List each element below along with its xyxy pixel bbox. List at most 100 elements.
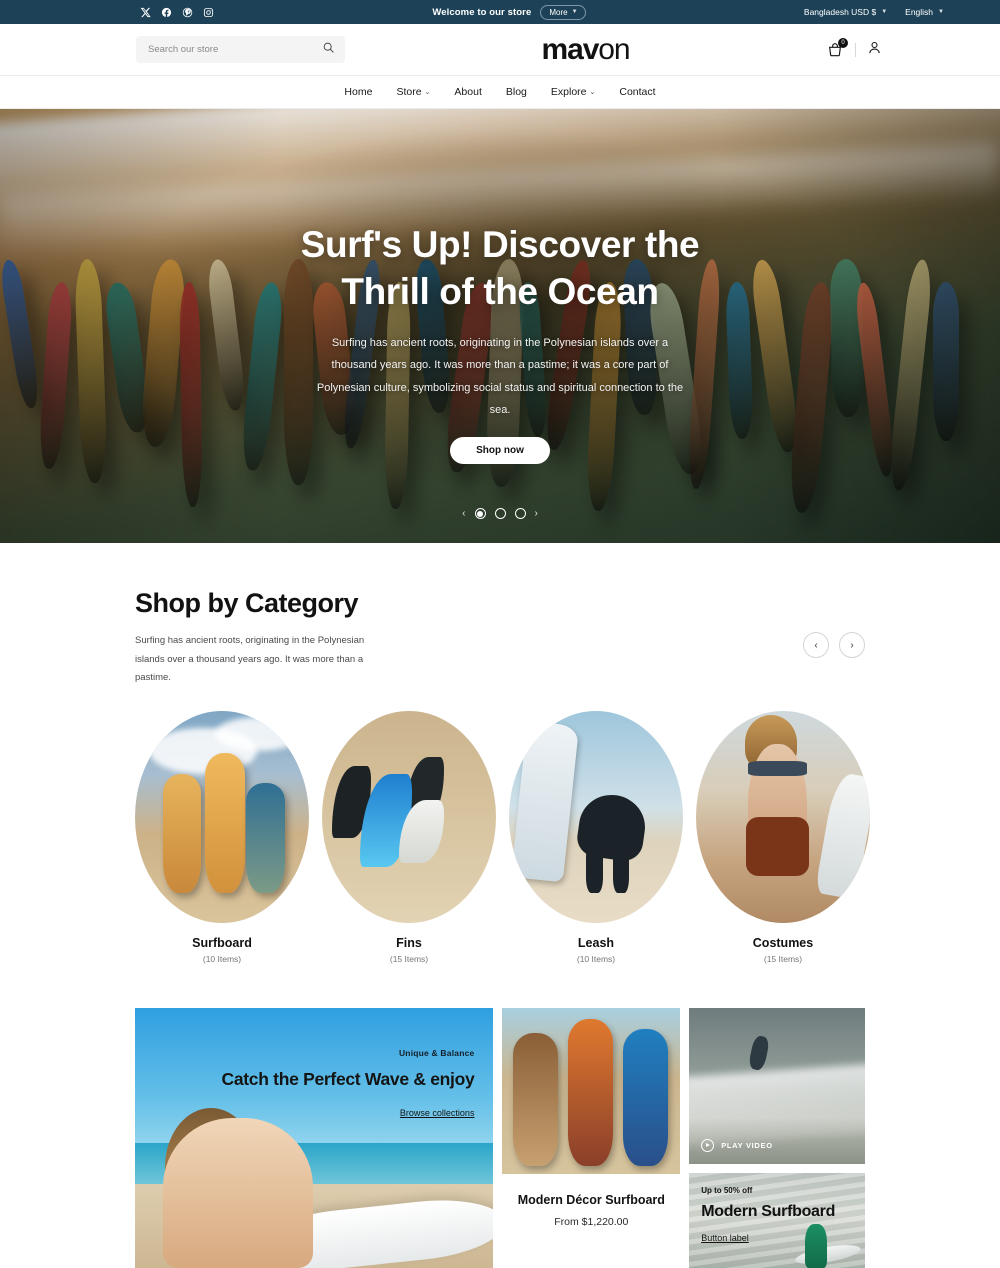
category-card-surfboard[interactable]: Surfboard (10 Items) — [135, 710, 309, 964]
chevron-down-icon: ▼ — [571, 9, 578, 15]
cart-count-badge: 0 — [838, 37, 848, 48]
category-card-leash[interactable]: Leash (10 Items) — [509, 710, 683, 964]
nav-label: Contact — [619, 86, 656, 98]
nav-label: Store — [396, 86, 422, 98]
promo-grid: Unique & Balance Catch the Perfect Wave … — [135, 1007, 865, 1268]
search-icon[interactable] — [322, 41, 335, 59]
browse-collections-link[interactable]: Browse collections — [400, 1108, 475, 1118]
carousel-prev-arrow[interactable]: ‹ — [462, 508, 465, 519]
hero-subtitle: Surfing has ancient roots, originating i… — [316, 336, 684, 417]
nav-label: Home — [344, 86, 373, 98]
search-box[interactable] — [136, 36, 345, 63]
category-card-fins[interactable]: Fins (15 Items) — [322, 710, 496, 964]
category-image-costumes[interactable] — [696, 710, 870, 923]
hero-title: Surf's Up! Discover the Thrill of the Oc… — [300, 224, 700, 313]
category-grid: Surfboard (10 Items) Fins (15 Items) Lea… — [135, 710, 870, 964]
header-actions: 0 — [826, 37, 970, 60]
cart-icon[interactable]: 0 — [826, 37, 848, 59]
chevron-down-icon: ⌄ — [424, 89, 431, 96]
hero-shop-now-button[interactable]: Shop now — [450, 436, 550, 464]
account-icon[interactable] — [867, 40, 882, 60]
logo-light: on — [598, 32, 630, 66]
currency-label: Bangladesh USD $ — [803, 7, 877, 17]
chevron-down-icon: ▼ — [881, 9, 888, 15]
search-input[interactable] — [148, 44, 322, 55]
section-title: Shop by Category — [135, 588, 359, 618]
nav-label: Explore — [550, 86, 587, 98]
category-image-surfboard[interactable] — [135, 710, 309, 923]
play-video-label: PLAY VIDEO — [721, 1140, 773, 1150]
search-container — [136, 36, 345, 63]
chevron-down-icon: ▼ — [938, 9, 944, 15]
promo-eyebrow: Unique & Balance — [398, 1047, 475, 1058]
more-label: More — [549, 7, 568, 17]
chevron-down-icon: ⌄ — [589, 89, 596, 96]
sale-button-link[interactable]: Button label — [701, 1233, 749, 1243]
nav-item-home[interactable]: Home — [344, 86, 372, 98]
logo-bold: mav — [541, 32, 600, 66]
category-name: Leash — [577, 935, 615, 950]
carousel-dot-2[interactable] — [494, 508, 506, 519]
carousel-dot-3[interactable] — [514, 508, 526, 519]
category-image-fins[interactable] — [322, 710, 496, 923]
shop-by-category-section: Shop by Category Surfing has ancient roo… — [0, 543, 1000, 1268]
category-header: Shop by Category Surfing has ancient roo… — [135, 543, 865, 688]
nav-item-about[interactable]: About — [454, 86, 481, 98]
hero-banner: Surf's Up! Discover the Thrill of the Oc… — [0, 109, 1000, 543]
x-twitter-icon[interactable] — [139, 6, 151, 18]
site-header: mavon 0 — [0, 24, 1000, 76]
category-next-button[interactable]: › — [839, 632, 865, 658]
product-image[interactable] — [502, 1007, 681, 1174]
category-count: (15 Items) — [389, 953, 429, 964]
category-prev-button[interactable]: ‹ — [803, 632, 829, 658]
announcement-more-button[interactable]: More ▼ — [540, 4, 586, 20]
nav-item-contact[interactable]: Contact — [619, 86, 655, 98]
promo-video-card[interactable]: PLAY VIDEO — [689, 1007, 865, 1164]
facebook-icon[interactable] — [160, 6, 172, 18]
announcement-message: Welcome to our store More ▼ — [214, 4, 804, 20]
nav-item-blog[interactable]: Blog — [506, 86, 527, 98]
promo-product-card[interactable]: Modern Décor Surfboard From $1,220.00 — [502, 1007, 681, 1268]
nav-label: About — [454, 86, 482, 98]
language-label: English — [905, 7, 934, 17]
hero-carousel-controls: ‹ › — [0, 508, 1000, 519]
social-links — [26, 6, 214, 18]
carousel-next-arrow[interactable]: › — [535, 508, 538, 519]
category-card-costumes[interactable]: Costumes (15 Items) — [696, 710, 870, 964]
currency-selector[interactable]: Bangladesh USD $ ▼ — [804, 7, 887, 17]
main-navigation: Home Store ⌄ About Blog Explore ⌄ Contact — [0, 76, 1000, 109]
nav-label: Blog — [505, 86, 527, 98]
category-count: (10 Items) — [576, 953, 616, 964]
site-logo[interactable]: mavon — [541, 32, 631, 66]
category-name: Fins — [396, 935, 422, 950]
promo-right-column: PLAY VIDEO Up to 50% off Modern Surfboar… — [689, 1007, 865, 1268]
category-name: Surfboard — [192, 935, 252, 950]
logo-container[interactable]: mavon — [345, 32, 826, 66]
instagram-icon[interactable] — [202, 6, 214, 18]
language-selector[interactable]: English ▼ — [905, 7, 944, 17]
promo-collection-banner[interactable]: Unique & Balance Catch the Perfect Wave … — [135, 1007, 494, 1268]
announcement-bar: Welcome to our store More ▼ Bangladesh U… — [0, 0, 1000, 24]
play-video-button[interactable]: PLAY VIDEO — [701, 1138, 773, 1152]
category-name: Costumes — [752, 935, 814, 950]
welcome-text: Welcome to our store — [432, 6, 532, 18]
locale-selectors: Bangladesh USD $ ▼ English ▼ — [804, 7, 974, 17]
pinterest-icon[interactable] — [181, 6, 193, 18]
carousel-dot-1[interactable] — [474, 508, 486, 519]
category-count: (10 Items) — [202, 953, 242, 964]
section-description: Surfing has ancient roots, originating i… — [135, 635, 365, 684]
header-divider — [855, 42, 856, 57]
nav-item-store[interactable]: Store ⌄ — [396, 86, 430, 98]
category-count: (15 Items) — [763, 953, 803, 964]
nav-item-explore[interactable]: Explore ⌄ — [551, 86, 595, 98]
sale-eyebrow: Up to 50% off — [701, 1185, 753, 1195]
play-icon — [701, 1138, 715, 1152]
product-name: Modern Décor Surfboard — [517, 1192, 665, 1207]
product-price: From $1,220.00 — [554, 1215, 629, 1228]
promo-heading: Catch the Perfect Wave & enjoy — [221, 1068, 475, 1089]
category-image-leash[interactable] — [509, 710, 683, 923]
category-carousel-controls: ‹ › — [803, 632, 865, 658]
storefront-page: Welcome to our store More ▼ Bangladesh U… — [0, 0, 1000, 1268]
sale-heading: Modern Surfboard — [701, 1202, 836, 1220]
promo-sale-card[interactable]: Up to 50% off Modern Surfboard Button la… — [689, 1172, 865, 1268]
